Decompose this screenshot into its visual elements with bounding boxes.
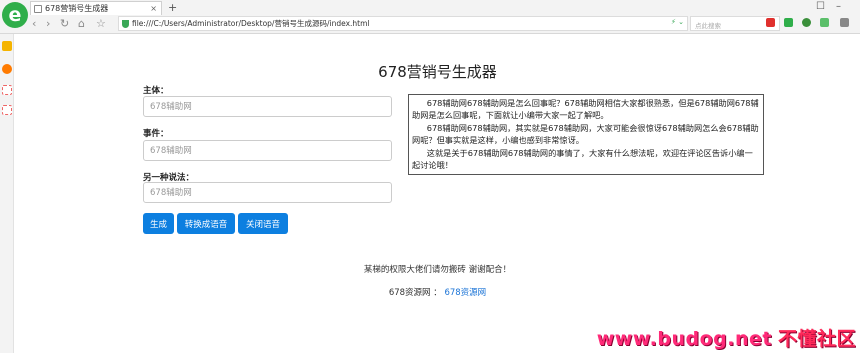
site-watermark: www.budog.net 不懂社区 [597,324,856,351]
source-label: 678资源网 ： [388,288,442,298]
home-icon[interactable]: ⌂ [78,17,85,30]
convert-to-speech-button[interactable]: 转换成语音 [177,213,235,234]
watermark-cn: 不懂社区 [777,328,856,350]
tab-active[interactable]: 678营销号生成器 × [30,1,162,15]
alt-phrase-input[interactable] [143,182,392,203]
address-bar[interactable]: file:///C:/Users/Administrator/Desktop/营… [118,16,688,31]
browser-chrome: e 678营销号生成器 × + ☐ – ‹ › ↻ ⌂ ☆ file:///C:… [0,0,860,34]
sidebar-add-icon[interactable] [2,105,12,115]
game-icon[interactable] [2,64,12,74]
page-title: 678营销号生成器 [378,63,497,81]
apps-grid-icon[interactable] [840,18,849,27]
shield-extension-icon[interactable] [802,18,811,27]
event-input[interactable] [143,140,392,161]
back-icon[interactable]: ‹ [32,17,36,30]
page-content: 678营销号生成器 主体： 事件： 另一种说法： 生成 转换成语音 关闭语音 6… [15,35,860,353]
new-tab-button[interactable]: + [168,1,177,14]
output-paragraph: 678辅助网678辅助网，其实就是678辅助网，大家可能会很惊讶678辅助网怎么… [412,122,759,146]
window-icon[interactable]: ☐ [816,1,825,12]
output-paragraph: 这就是关于678辅助网678辅助网的事情了，大家有什么想法呢，欢迎在评论区告诉小… [412,147,753,171]
source-line: 678资源网 ： 678资源网 [15,286,860,298]
watermark-url: www.budog.net [596,328,772,350]
subject-input[interactable] [143,96,392,117]
output-paragraph: 678辅助网678辅助网是怎么回事呢？678辅助网相信大家都很熟悉，但是678辅… [412,98,759,121]
bookmark-star-icon[interactable]: ☆ [96,17,106,30]
tab-close-icon[interactable]: × [150,2,157,15]
generated-text-box[interactable]: 678辅助网678辅助网是怎么回事呢？678辅助网相信大家都很熟悉，但是678辅… [408,94,764,175]
close-speech-button[interactable]: 关闭语音 [238,213,288,234]
navigation-bar: ‹ › ↻ ⌂ ☆ file:///C:/Users/Administrator… [28,15,860,33]
minimize-icon[interactable]: – [836,1,841,12]
browser-sidebar [0,34,14,353]
close-tools-icon[interactable] [766,18,775,27]
reload-icon[interactable]: ↻ [60,17,69,30]
event-label: 事件： [143,129,169,139]
tab-title: 678营销号生成器 [45,4,109,13]
browser-logo-icon[interactable]: e [2,2,28,28]
favorites-star-icon[interactable] [2,41,12,51]
search-placeholder: 点此搜索 [695,22,721,30]
source-link[interactable]: 678资源网 [444,288,486,298]
sidebar-app-icon[interactable] [2,85,12,95]
notice-text: 某梯的权限大佬们请勿搬砖 谢谢配合！ [363,265,512,275]
address-dropdown-icon[interactable]: ⚡ ⌄ [671,18,684,26]
page-icon [34,5,42,13]
security-shield-icon [122,20,129,28]
game-extension-icon[interactable] [820,18,829,27]
address-url[interactable]: file:///C:/Users/Administrator/Desktop/营… [132,18,369,29]
subject-label: 主体： [143,86,169,96]
generate-button[interactable]: 生成 [143,213,174,234]
extension-green-icon[interactable] [784,18,793,27]
forward-icon[interactable]: › [46,17,50,30]
